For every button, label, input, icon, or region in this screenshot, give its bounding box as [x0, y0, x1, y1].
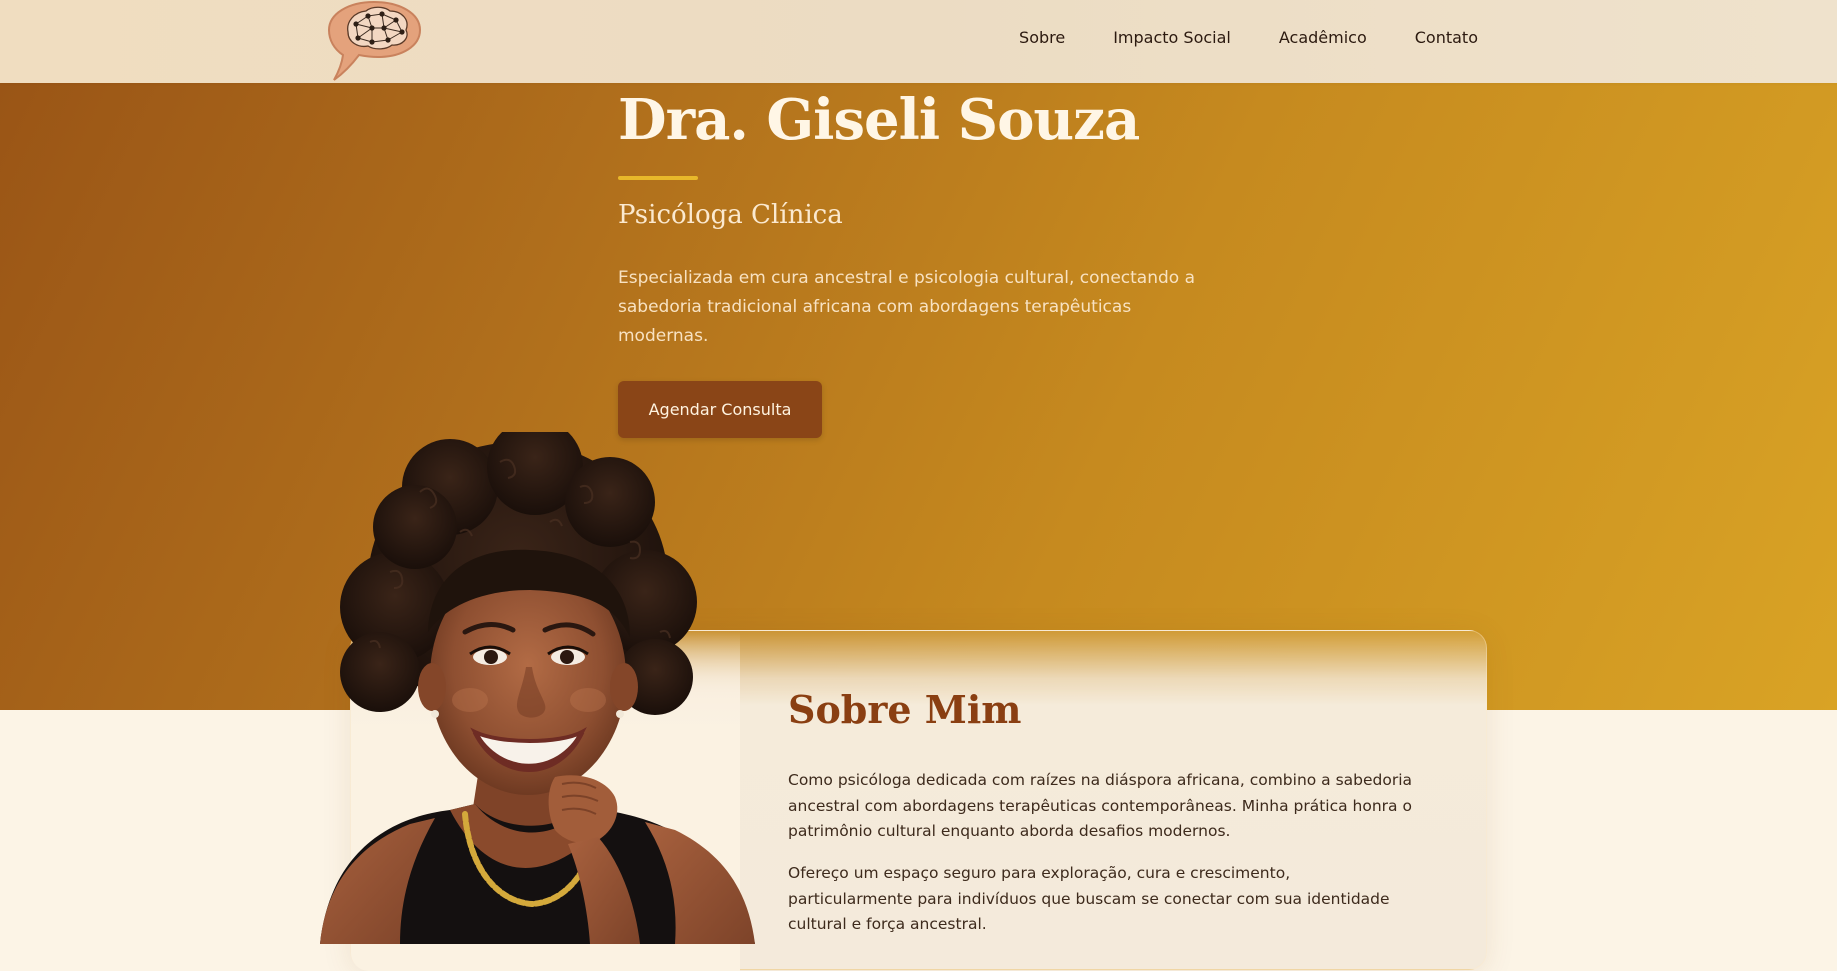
hero-section: Dra. Giseli Souza Psicóloga Clínica Espe… [0, 83, 1837, 710]
site-header: Sobre Impacto Social Acadêmico Contato [0, 0, 1837, 83]
hero-subtitle: Psicóloga Clínica [618, 200, 843, 230]
nav-link-impacto-social[interactable]: Impacto Social [1113, 28, 1231, 47]
hero-title: Dra. Giseli Souza [618, 87, 1140, 153]
main-navigation: Sobre Impacto Social Acadêmico Contato [971, 28, 1478, 47]
profile-portrait-image [300, 419, 770, 944]
hero-description: Especializada em cura ancestral e psicol… [618, 268, 1196, 346]
about-paragraph-1: Como psicóloga dedicada com raízes na di… [788, 771, 1413, 840]
brain-network-logo-icon[interactable] [326, 0, 423, 82]
nav-link-sobre[interactable]: Sobre [1019, 28, 1065, 47]
about-title: Sobre Mim [788, 687, 1022, 732]
hero-divider [618, 176, 698, 180]
nav-link-contato[interactable]: Contato [1415, 28, 1478, 47]
nav-link-academico[interactable]: Acadêmico [1279, 28, 1367, 47]
schedule-consultation-button[interactable]: Agendar Consulta [618, 381, 822, 438]
about-paragraph-2: Ofereço um espaço seguro para exploração… [788, 864, 1390, 933]
